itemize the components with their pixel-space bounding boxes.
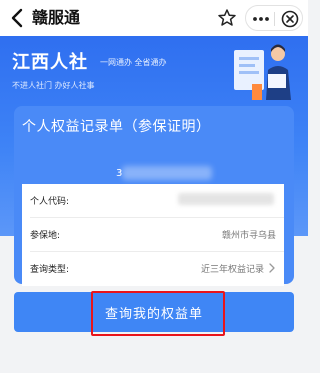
blurred-number-mask	[122, 166, 212, 180]
banner-slogan: 不进人社门 办好人社事	[12, 81, 95, 90]
row-personal-code: 个人代码:	[22, 184, 284, 218]
page-title: 赣服通	[32, 8, 81, 27]
chevron-right-icon[interactable]	[268, 262, 276, 274]
close-icon[interactable]	[279, 8, 301, 30]
mini-program-capsule	[245, 5, 303, 31]
more-icon[interactable]	[249, 7, 273, 31]
row-insured-location: 参保地: 赣州市寻乌县	[22, 218, 284, 252]
card-title: 个人权益记录单（参保证明）	[22, 119, 211, 135]
person-with-document-illustration	[234, 44, 291, 100]
row-query-type[interactable]: 查询类型: 近三年权益记录	[22, 252, 284, 286]
query-type-value[interactable]: 近三年权益记录	[201, 262, 264, 275]
info-panel: 个人代码: 参保地: 赣州市寻乌县 查询类型: 近三年权益记录	[22, 184, 284, 286]
insured-location-label: 参保地:	[30, 231, 61, 241]
blurred-personal-code	[178, 193, 274, 205]
banner-tagline: 一网通办 全省通办	[100, 58, 167, 67]
insured-location-value: 赣州市寻乌县	[221, 231, 276, 241]
annotation-highlight-box	[91, 291, 225, 336]
brand-logo-text: 江西人社	[12, 52, 88, 73]
personal-code-label: 个人代码:	[30, 197, 70, 207]
capsule-divider	[274, 12, 275, 26]
navigation-bar: 赣服通	[0, 0, 308, 36]
back-icon[interactable]	[8, 7, 28, 29]
query-type-label: 查询类型:	[30, 265, 70, 275]
star-icon[interactable]	[215, 6, 239, 30]
